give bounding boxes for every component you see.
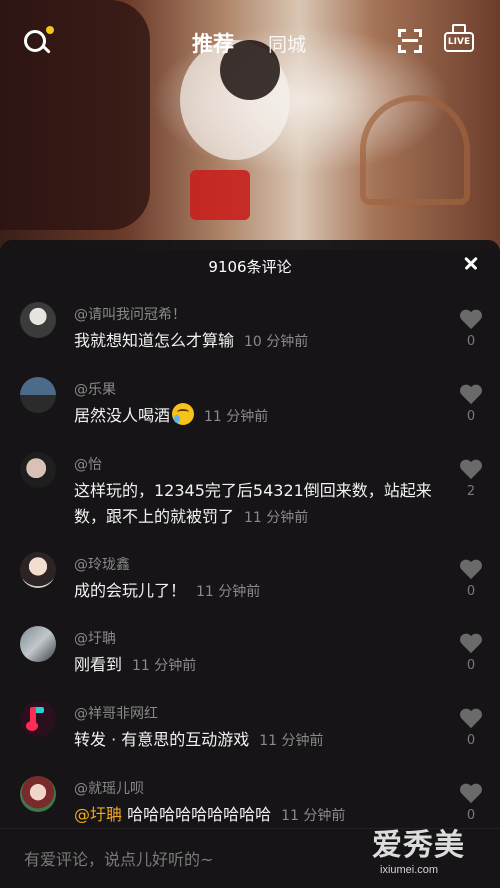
like-button[interactable]: 0: [456, 784, 486, 823]
comment-time: 11 分钟前: [204, 409, 269, 425]
comment-text: 我就想知道怎么才算输 10 分钟前: [74, 328, 436, 355]
watermark-logo: 爱秀美 ixiumei.com: [372, 820, 492, 882]
mention-link[interactable]: @圩聃: [74, 805, 122, 824]
tab-recommend[interactable]: 推荐: [192, 28, 234, 58]
watermark-url: ixiumei.com: [380, 864, 439, 876]
like-count: 0: [466, 733, 476, 748]
heart-icon[interactable]: [459, 460, 483, 482]
comment-body: 我就想知道怎么才算输: [74, 331, 235, 350]
avatar[interactable]: [20, 776, 56, 812]
comment-username[interactable]: @祥哥非网红: [74, 703, 158, 723]
heart-icon[interactable]: [459, 784, 483, 806]
avatar[interactable]: [20, 626, 56, 662]
comment-username[interactable]: @乐果: [74, 379, 116, 399]
comment-sheet: 9106条评论 @请叫我问冠希！ 我就想知道怎么才算输 10 分钟前 0 @乐果 …: [0, 240, 500, 888]
comment-body: 转发 · 有意思的互动游戏: [74, 730, 250, 749]
comment-time: 11 分钟前: [281, 808, 346, 824]
comment-body: 哈哈哈哈哈哈哈哈哈: [122, 805, 272, 824]
watermark-text: 爱秀美: [372, 828, 465, 863]
like-count: 0: [466, 334, 476, 349]
like-button[interactable]: 0: [456, 310, 486, 349]
like-button[interactable]: 2: [456, 460, 486, 499]
tab-local[interactable]: 同城: [268, 30, 306, 57]
avatar[interactable]: [20, 377, 56, 413]
live-label: LIVE: [444, 32, 474, 52]
notification-dot: [46, 26, 54, 34]
heart-icon[interactable]: [459, 709, 483, 731]
close-icon[interactable]: [460, 252, 484, 276]
comment-count-title: 9106条评论: [208, 258, 292, 276]
comment-username[interactable]: @圩聃: [74, 628, 116, 648]
like-count: 0: [466, 409, 476, 424]
comment-username[interactable]: @玲珑鑫: [74, 554, 130, 574]
heart-icon[interactable]: [459, 560, 483, 582]
scan-icon[interactable]: [398, 29, 422, 53]
comment-body: 居然没人喝酒: [74, 406, 171, 425]
avatar[interactable]: [20, 552, 56, 588]
crying-laughing-emoji-icon: [172, 403, 195, 425]
comment-time: 11 分钟前: [132, 658, 197, 674]
comment-text: 成的会玩儿了！ 11 分钟前: [74, 578, 436, 605]
comment-text: 转发 · 有意思的互动游戏 11 分钟前: [74, 727, 436, 754]
search-icon[interactable]: [20, 26, 54, 58]
comment-username[interactable]: @就瑶儿呗: [74, 778, 144, 798]
like-button[interactable]: 0: [456, 385, 486, 424]
comment-time: 10 分钟前: [244, 334, 309, 350]
comment-time: 11 分钟前: [244, 510, 309, 526]
comment-input[interactable]: [24, 845, 364, 873]
heart-icon[interactable]: [459, 634, 483, 656]
like-count: 0: [466, 584, 476, 599]
comment-username[interactable]: @怡: [74, 454, 102, 474]
avatar[interactable]: [20, 452, 56, 488]
avatar[interactable]: [20, 701, 56, 737]
music-note-icon: [26, 721, 38, 731]
comment-text: 刚看到 11 分钟前: [74, 652, 436, 679]
comment-text: 居然没人喝酒 11 分钟前: [74, 403, 436, 430]
like-button[interactable]: 0: [456, 634, 486, 673]
heart-icon[interactable]: [459, 310, 483, 332]
live-tv-icon[interactable]: LIVE: [444, 24, 474, 56]
like-count: 2: [466, 484, 476, 499]
top-nav: 推荐 同城 LIVE: [0, 20, 500, 64]
like-button[interactable]: 0: [456, 709, 486, 748]
comment-body: 刚看到: [74, 655, 123, 674]
comment-username[interactable]: @请叫我问冠希！: [74, 304, 186, 324]
avatar[interactable]: [20, 302, 56, 338]
comment-body: 成的会玩儿了！: [74, 581, 187, 600]
comment-text: 这样玩的，12345完了后54321倒回来数，站起来数，跟不上的就被罚了 11 分…: [74, 478, 436, 531]
comment-sheet-header: 9106条评论: [0, 240, 500, 290]
comment-time: 11 分钟前: [259, 733, 324, 749]
like-button[interactable]: 0: [456, 560, 486, 599]
video-frame-region: [360, 95, 470, 205]
comment-time: 11 分钟前: [196, 584, 261, 600]
video-frame-region: [190, 170, 250, 220]
heart-icon[interactable]: [459, 385, 483, 407]
like-count: 0: [466, 658, 476, 673]
